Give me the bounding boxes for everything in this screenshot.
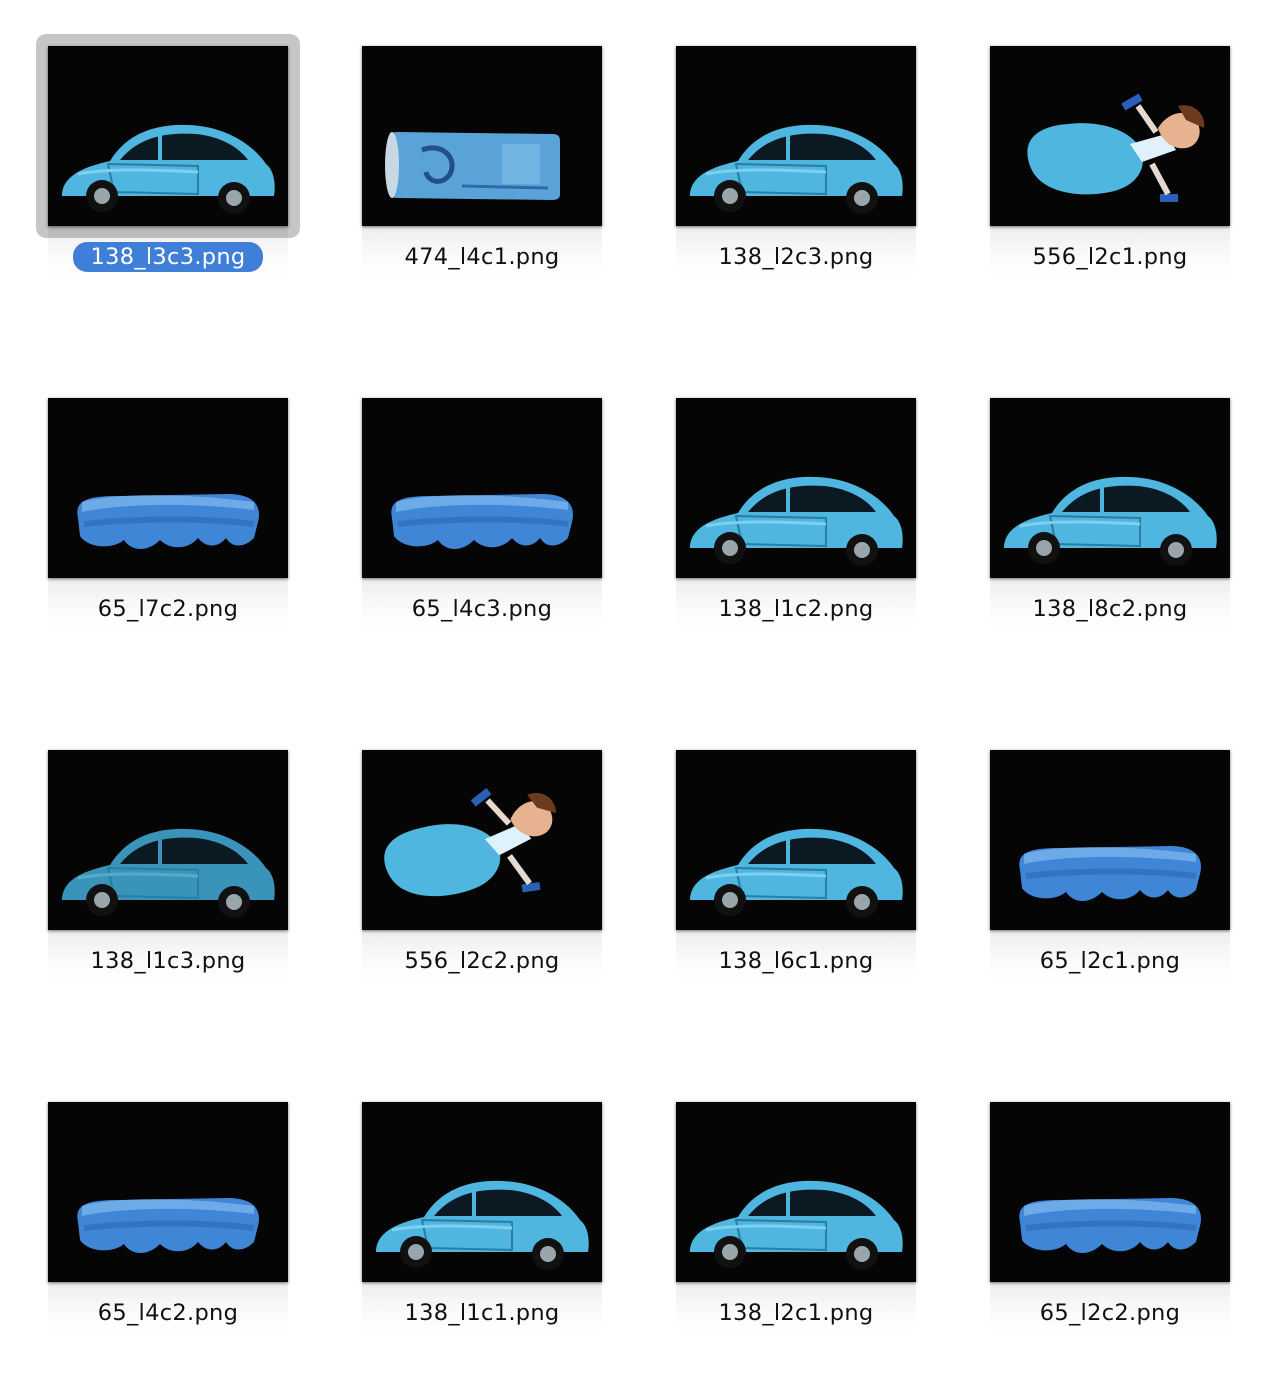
car-image [48,46,288,226]
file-thumbnail[interactable] [676,46,916,226]
file-thumbnail[interactable] [362,398,602,578]
file-name: 138_l8c2.png [1032,596,1188,622]
file-name: 474_l4c1.png [404,244,560,270]
file-item[interactable]: 556_l2c2.png [362,750,602,990]
file-name-label[interactable]: 474_l4c1.png [362,243,602,271]
file-name-label[interactable]: 556_l2c2.png [362,947,602,975]
file-name: 556_l2c2.png [404,948,560,974]
file-name: 65_l4c3.png [411,596,553,622]
car-image [676,1102,916,1282]
file-name: 138_l2c1.png [718,1300,874,1326]
file-name-label[interactable]: 138_l1c2.png [676,595,916,623]
car-image [676,398,916,578]
file-name: 65_l2c2.png [1039,1300,1181,1326]
can-image [362,46,602,226]
file-thumbnail[interactable] [48,46,288,226]
file-name-label[interactable]: 138_l2c1.png [676,1299,916,1327]
file-name-label[interactable]: 65_l4c2.png [48,1299,288,1327]
car-image [48,750,288,930]
file-name-label[interactable]: 556_l2c1.png [990,243,1230,271]
file-thumbnail[interactable] [990,750,1230,930]
file-name-label[interactable]: 65_l4c3.png [362,595,602,623]
file-item[interactable]: 138_l3c3.png [36,34,300,286]
file-thumbnail[interactable] [48,398,288,578]
file-name: 65_l2c1.png [1039,948,1181,974]
file-name: 138_l1c2.png [718,596,874,622]
sponge-image [48,1102,288,1282]
file-name: 556_l2c1.png [1032,244,1188,270]
file-item[interactable]: 65_l2c1.png [990,750,1230,990]
file-name-label[interactable]: 138_l1c3.png [48,947,288,975]
file-thumbnail[interactable] [676,1102,916,1282]
file-name: 138_l3c3.png [73,242,263,272]
file-icon-grid: 138_l3c3.png 474_l4c1.png 138_l2c3.png 5… [0,0,1284,1374]
file-item[interactable]: 138_l2c3.png [676,46,916,286]
file-item[interactable]: 138_l1c1.png [362,1102,602,1342]
file-item[interactable]: 65_l7c2.png [48,398,288,638]
car-image [362,1102,602,1282]
file-name-label[interactable]: 65_l2c2.png [990,1299,1230,1327]
sponge-image [362,398,602,578]
car-image [676,46,916,226]
file-thumbnail[interactable] [990,1102,1230,1282]
file-thumbnail[interactable] [48,1102,288,1282]
file-thumbnail[interactable] [990,398,1230,578]
car-image [676,750,916,930]
file-thumbnail[interactable] [676,398,916,578]
file-thumbnail[interactable] [676,750,916,930]
file-item[interactable]: 138_l2c1.png [676,1102,916,1342]
file-name: 65_l4c2.png [97,1300,239,1326]
file-item[interactable]: 65_l4c2.png [48,1102,288,1342]
file-name-label[interactable]: 138_l3c3.png [48,242,288,272]
car-image [990,398,1230,578]
file-thumbnail[interactable] [362,1102,602,1282]
file-item[interactable]: 138_l6c1.png [676,750,916,990]
figurine-image [362,750,602,930]
file-name: 138_l1c3.png [90,948,246,974]
file-item[interactable]: 65_l2c2.png [990,1102,1230,1342]
file-thumbnail[interactable] [990,46,1230,226]
file-item[interactable]: 474_l4c1.png [362,46,602,286]
file-name: 138_l1c1.png [404,1300,560,1326]
sponge-image [48,398,288,578]
file-name: 138_l2c3.png [718,244,874,270]
file-name: 65_l7c2.png [97,596,239,622]
file-name-label[interactable]: 65_l7c2.png [48,595,288,623]
file-item[interactable]: 556_l2c1.png [990,46,1230,286]
sponge-image [990,750,1230,930]
file-name-label[interactable]: 138_l1c1.png [362,1299,602,1327]
file-thumbnail[interactable] [362,46,602,226]
figurine-image [990,46,1230,226]
file-item[interactable]: 138_l1c2.png [676,398,916,638]
file-thumbnail[interactable] [362,750,602,930]
file-name: 138_l6c1.png [718,948,874,974]
file-name-label[interactable]: 138_l6c1.png [676,947,916,975]
file-item[interactable]: 138_l1c3.png [48,750,288,990]
file-name-label[interactable]: 65_l2c1.png [990,947,1230,975]
file-name-label[interactable]: 138_l2c3.png [676,243,916,271]
sponge-image [990,1102,1230,1282]
file-thumbnail[interactable] [48,750,288,930]
file-item[interactable]: 138_l8c2.png [990,398,1230,638]
file-item[interactable]: 65_l4c3.png [362,398,602,638]
file-name-label[interactable]: 138_l8c2.png [990,595,1230,623]
